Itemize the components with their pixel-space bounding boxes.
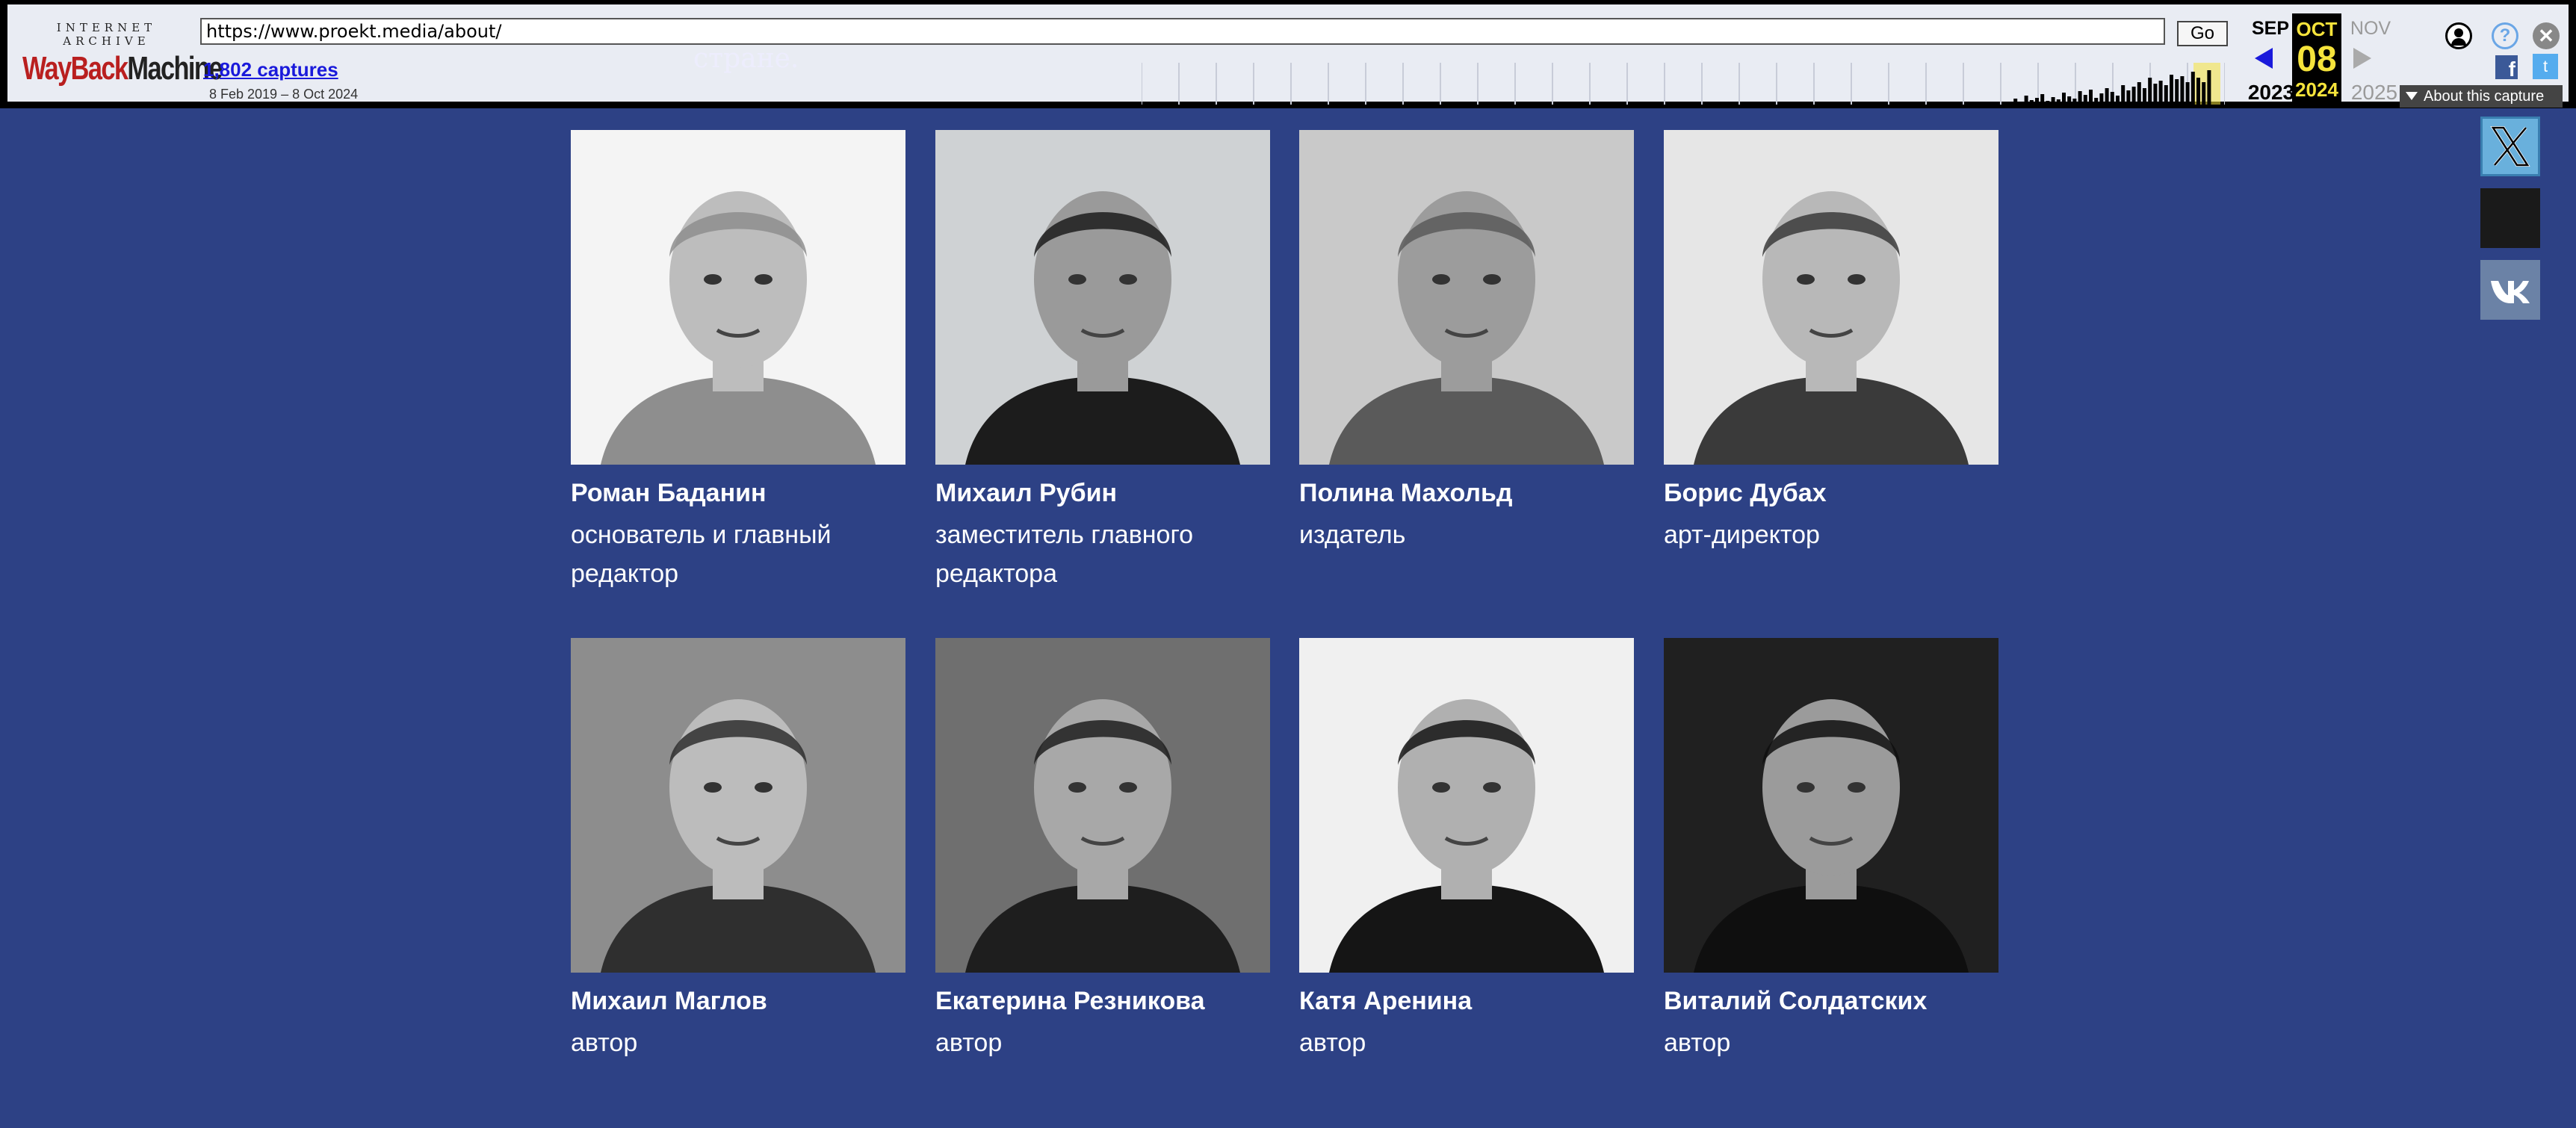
help-icon[interactable]: ?: [2492, 22, 2518, 49]
team-member-role: автор: [935, 1029, 1003, 1057]
team-member-photo: [571, 638, 905, 973]
next-month-label: NOV: [2350, 18, 2391, 39]
team-member-role: заместитель главного редактора: [935, 521, 1194, 588]
about-this-capture-button[interactable]: About this capture: [2400, 85, 2563, 108]
team-member-card: Борис Дубах арт-директор: [1664, 130, 1998, 554]
logo-internet-archive: INTERNET ARCHIVE: [56, 21, 157, 48]
capture-range: 8 Feb 2019 – 8 Oct 2024: [209, 87, 359, 102]
team-member-name: Роман Баданин: [571, 479, 767, 507]
prev-month-link[interactable]: SEP: [2246, 18, 2295, 40]
team-member-card: Роман Баданин основатель и главный редакто…: [571, 130, 905, 593]
team-member-card: Михаил Рубин заместитель главного редактор…: [935, 130, 1270, 593]
team-member-name: Полина Махольд: [1299, 479, 1513, 507]
team-member-photo: [1664, 130, 1998, 465]
team-member-photo: [1299, 130, 1634, 465]
x-logo-icon: [2490, 126, 2530, 167]
logo-wayback-machine: WayBackMachine: [22, 50, 223, 87]
team-member-role: основатель и главный редактор: [571, 521, 832, 588]
team-member-name: Борис Дубах: [1664, 479, 1827, 507]
team-member-photo: [571, 130, 905, 465]
wayback-logo[interactable]: INTERNET ARCHIVE WayBackMachine: [22, 21, 223, 87]
team-member-card: Екатерина Резникова автор: [935, 638, 1270, 1062]
next-year-label: 2025: [2350, 81, 2398, 104]
page-text-behind-toolbar: стране.: [693, 43, 799, 74]
vk-logo-icon: [2491, 281, 2530, 303]
team-member-card: Михаил Маглов автор: [571, 638, 905, 1062]
share-button-dark[interactable]: [2480, 188, 2540, 248]
team-member-name: Михаил Рубин: [935, 479, 1118, 507]
team-member-card: Виталий Солдатских автор: [1664, 638, 1998, 1062]
twitter-share-icon[interactable]: t: [2533, 54, 2558, 79]
team-member-name: Виталий Солдатских: [1664, 987, 1928, 1015]
team-member-card: Катя Аренина автор: [1299, 638, 1634, 1062]
team-member-name: Екатерина Резникова: [935, 987, 1205, 1015]
team-member-photo: [1664, 638, 1998, 973]
team-member-card: Полина Махольд издатель: [1299, 130, 1634, 554]
x-share-button[interactable]: [2480, 117, 2540, 176]
team-member-photo: [935, 130, 1270, 465]
vk-share-button[interactable]: [2480, 260, 2540, 320]
team-member-photo: [1299, 638, 1634, 973]
user-account-icon[interactable]: [2445, 22, 2472, 49]
current-capture-date: OCT 08 2024: [2292, 13, 2341, 108]
captures-link[interactable]: 1,802 captures: [203, 58, 338, 81]
team-member-name: Михаил Маглов: [571, 987, 767, 1015]
team-member-role: автор: [1664, 1029, 1731, 1057]
team-member-role: автор: [1299, 1029, 1366, 1057]
next-capture-arrow-icon: [2353, 48, 2371, 69]
url-input[interactable]: https://www.proekt.media/about/: [200, 18, 2165, 45]
team-member-role: издатель: [1299, 521, 1406, 549]
dropdown-triangle-icon: [2406, 92, 2418, 100]
team-member-photo: [935, 638, 1270, 973]
facebook-share-icon[interactable]: f: [2495, 55, 2518, 81]
go-button[interactable]: Go: [2177, 21, 2228, 46]
close-icon[interactable]: ✕: [2533, 22, 2560, 49]
team-member-role: автор: [571, 1029, 638, 1057]
team-member-role: арт-директор: [1664, 521, 1820, 549]
wayback-toolbar: INTERNET ARCHIVE WayBackMachine https://…: [0, 0, 2576, 108]
prev-capture-arrow-icon[interactable]: [2255, 48, 2273, 69]
team-member-name: Катя Аренина: [1299, 987, 1473, 1015]
capture-sparkline[interactable]: [1142, 63, 2225, 105]
